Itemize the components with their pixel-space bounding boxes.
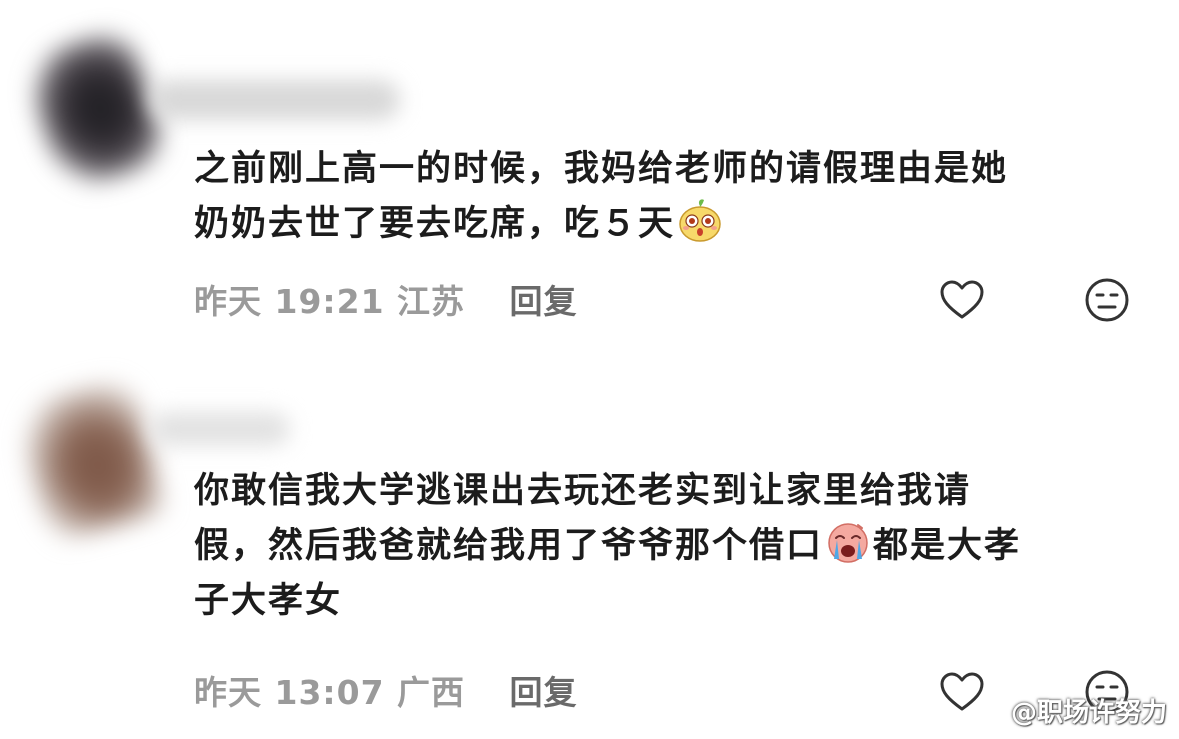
comment-meta: 昨天 19:21 江苏 回复: [194, 275, 578, 323]
comment-text-line: 子大孝女: [194, 581, 343, 621]
avatar[interactable]: [13, 376, 167, 544]
avatar[interactable]: [21, 26, 169, 194]
reply-button[interactable]: 回复: [510, 673, 578, 712]
comment-text-line: 假，然后我爸就给我用了爷爷那个借口: [194, 526, 824, 566]
comment-time: 昨天 19:21: [194, 282, 385, 321]
comment-text: 之前刚上高一的时候，我妈给老师的请假理由是她 奶奶去世了要去吃席，吃５天: [194, 142, 1124, 252]
comment-time: 昨天 13:07: [194, 673, 385, 712]
crying-face-emoji: [828, 523, 868, 563]
comment-location: 江苏: [397, 282, 466, 321]
comment-text-line: 奶奶去世了要去吃席，吃５天: [194, 204, 676, 244]
reply-button[interactable]: 回复: [510, 282, 578, 321]
weibo-logo-icon: [975, 700, 1008, 726]
watermark: @职场许努力: [975, 692, 1167, 729]
shocked-fruit-emoji: [679, 199, 721, 242]
comment-text-line: 都是大孝: [873, 526, 1022, 566]
username-blurred[interactable]: [150, 80, 400, 120]
comment-item: 之前刚上高一的时候，我妈给老师的请假理由是她 奶奶去世了要去吃席，吃５天 昨天 …: [0, 0, 1179, 340]
neutral-face-icon[interactable]: [1083, 276, 1131, 324]
watermark-text: @职场许努力: [1010, 698, 1167, 728]
comment-location: 广西: [397, 673, 466, 712]
username-blurred[interactable]: [150, 412, 290, 446]
comment-text-line: 之前刚上高一的时候，我妈给老师的请假理由是她: [194, 149, 1009, 189]
comment-text: 你敢信我大学逃课出去玩还老实到让家里给我请 假，然后我爸就给我用了爷爷那个借口 …: [194, 464, 1124, 629]
comment-text-line: 你敢信我大学逃课出去玩还老实到让家里给我请: [194, 471, 972, 511]
comment-meta: 昨天 13:07 广西 回复: [194, 666, 578, 714]
heart-outline-icon[interactable]: [938, 276, 986, 324]
comment-item: 你敢信我大学逃课出去玩还老实到让家里给我请 假，然后我爸就给我用了爷爷那个借口 …: [0, 350, 1179, 739]
